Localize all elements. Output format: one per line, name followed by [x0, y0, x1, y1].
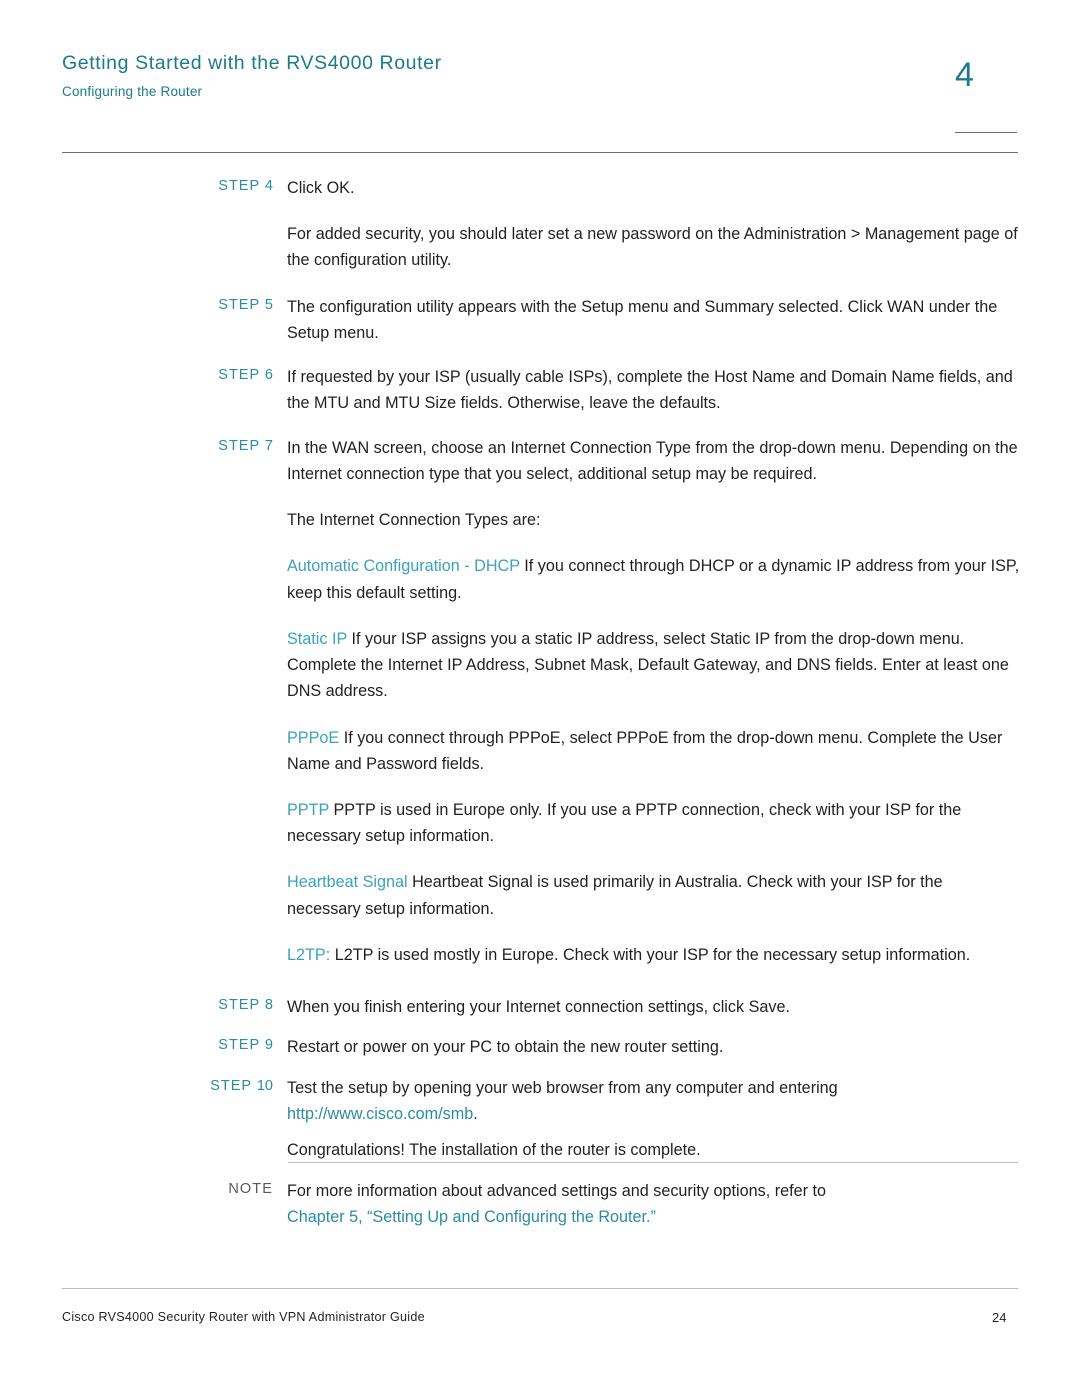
header-rule-short: [955, 132, 1017, 133]
step-word: STEP: [218, 997, 260, 1014]
note-divider: [288, 1162, 1018, 1163]
step4-followup-block: For added security, you should later set…: [287, 221, 1020, 273]
step-text-10: Test the setup by opening your web brows…: [287, 1075, 1020, 1127]
step-block-5: STEP 5 The configuration utility appears…: [62, 294, 1020, 346]
note-section: NOTE For more information about advanced…: [62, 1178, 1020, 1230]
step-word: STEP: [218, 178, 260, 194]
step-number: 9: [264, 1037, 273, 1054]
connection-type-description: If your ISP assigns you a static IP addr…: [287, 629, 1009, 701]
connection-type-term: Heartbeat Signal: [287, 873, 408, 892]
connection-type-dhcp: Automatic Configuration - DHCP If you co…: [287, 553, 1020, 605]
step-block-7: STEP 7 In the WAN screen, choose an Inte…: [62, 435, 1020, 487]
step-number: 10: [256, 1077, 273, 1094]
congrats-text: Congratulations! The installation of the…: [287, 1141, 701, 1160]
header-title: Getting Started with the RVS4000 Router: [62, 52, 442, 74]
step-block-9: STEP 9 Restart or power on your PC to ob…: [62, 1034, 1020, 1060]
step-text-6: If requested by your ISP (usually cable …: [287, 368, 1013, 413]
step-word: STEP: [218, 367, 260, 384]
connection-type-term: PPPoE: [287, 728, 340, 747]
step-block-10: STEP 10 Test the setup by opening your w…: [62, 1075, 1020, 1127]
connection-type-pptp: PPTP PPTP is used in Europe only. If you…: [287, 797, 1020, 849]
step-block-4: STEP 4 Click OK.: [62, 175, 1020, 201]
note-block: NOTE For more information about advanced…: [62, 1178, 1020, 1230]
step-word: STEP: [218, 296, 260, 313]
connection-type-heartbeat: Heartbeat Signal Heartbeat Signal is use…: [287, 869, 1020, 921]
step-text-7: In the WAN screen, choose an Internet Co…: [287, 438, 1018, 483]
connection-type-description: PPTP is used in Europe only. If you use …: [287, 800, 962, 846]
connection-type-description: L2TP is used mostly in Europe. Check wit…: [334, 945, 971, 964]
step-label-8: STEP 8: [62, 994, 287, 1020]
step-block-6: STEP 6 If requested by your ISP (usually…: [62, 364, 1020, 416]
header-subtitle: Configuring the Router: [62, 84, 203, 100]
step-label-4: STEP 4: [62, 175, 287, 201]
step-text-8: When you finish entering your Internet c…: [287, 998, 790, 1017]
types-intro-text: The Internet Connection Types are:: [287, 511, 541, 530]
note-text: For more information about advanced sett…: [287, 1182, 826, 1200]
note-text-wrap: For more information about advanced sett…: [287, 1178, 1020, 1230]
cisco-smb-link[interactable]: http://www.cisco.com/smb: [287, 1105, 473, 1123]
step-label-5: STEP 5: [62, 294, 287, 346]
step-word: STEP: [218, 1037, 260, 1054]
step-number: 4: [264, 178, 273, 194]
page-content: STEP 4 Click OK. For added security, you…: [62, 175, 1020, 1163]
step-word: STEP: [210, 1077, 252, 1094]
header-rule-main: [62, 152, 1018, 153]
connection-type-pppoe: PPPoE If you connect through PPPoE, sele…: [287, 725, 1020, 777]
step-label-9: STEP 9: [62, 1034, 287, 1060]
step-block-8: STEP 8 When you finish entering your Int…: [62, 994, 1020, 1020]
step-label-7: STEP 7: [62, 435, 287, 487]
document-page: Getting Started with the RVS4000 Router …: [0, 0, 1080, 1397]
step-text-9: Restart or power on your PC to obtain th…: [287, 1038, 724, 1057]
footer-document-title: Cisco RVS4000 Security Router with VPN A…: [62, 1310, 425, 1324]
step-number: 5: [264, 296, 273, 313]
types-intro-block: The Internet Connection Types are:: [287, 507, 1020, 533]
step-word: STEP: [218, 437, 260, 454]
connection-type-static-ip: Static IP If your ISP assigns you a stat…: [287, 626, 1020, 705]
connection-type-description: If you connect through PPPoE, select PPP…: [287, 728, 1003, 773]
step-text-4: Click OK.: [287, 179, 355, 197]
link-period: .: [473, 1104, 478, 1123]
page-header: Getting Started with the RVS4000 Router …: [62, 52, 1018, 99]
connection-type-l2tp: L2TP: L2TP is used mostly in Europe. Che…: [287, 942, 1020, 968]
footer-rule: [62, 1288, 1018, 1289]
chapter-number: 4: [955, 56, 974, 94]
connection-type-term: Automatic Configuration - DHCP: [287, 557, 520, 576]
note-chapter-link[interactable]: Chapter 5, “Setting Up and Configuring t…: [287, 1208, 656, 1226]
step4-followup-text: For added security, you should later set…: [287, 225, 1018, 270]
step-number: 7: [264, 437, 273, 454]
step-label-6: STEP 6: [62, 364, 287, 416]
footer-page-number: 24: [992, 1310, 1007, 1325]
step-number: 8: [264, 997, 273, 1014]
connection-type-term: PPTP: [287, 800, 329, 819]
step10-text: Test the setup by opening your web brows…: [287, 1078, 838, 1097]
step-number: 6: [264, 367, 273, 384]
step-text-5: The configuration utility appears with t…: [287, 297, 998, 342]
note-label: NOTE: [228, 1181, 273, 1197]
congrats-block: Congratulations! The installation of the…: [287, 1137, 1020, 1163]
step-label-10: STEP 10: [62, 1075, 287, 1127]
connection-type-term: L2TP:: [287, 945, 331, 964]
connection-type-term: Static IP: [287, 629, 347, 648]
